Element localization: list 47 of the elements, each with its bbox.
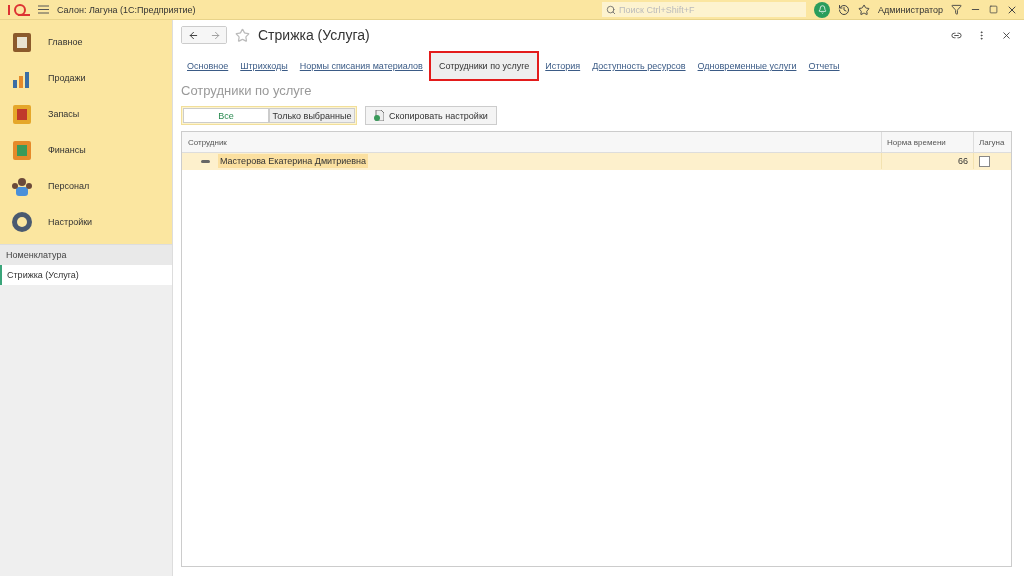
- table-cell: Мастерова Екатерина Дмитриевна: [218, 154, 369, 168]
- history-title: Номенклатура: [0, 244, 172, 265]
- table-cell: 66: [958, 156, 968, 166]
- section-link[interactable]: Персонал: [48, 181, 90, 191]
- checkbox[interactable]: [979, 155, 990, 167]
- restore-icon[interactable]: [989, 5, 998, 14]
- copy-settings-button[interactable]: Скопировать настройки: [365, 106, 497, 125]
- tab[interactable]: Доступность ресурсов: [586, 55, 692, 77]
- column-header[interactable]: Лагуна: [973, 132, 1011, 152]
- window-title: Салон: Лагуна (1С:Предприятие): [57, 4, 196, 15]
- bell-icon[interactable]: [814, 1, 831, 18]
- filter-option[interactable]: Все: [183, 108, 269, 123]
- tab[interactable]: Нормы списания материалов: [293, 55, 429, 77]
- star-icon[interactable]: [235, 27, 250, 43]
- search-field[interactable]: Поиск Ctrl+Shift+F: [619, 4, 790, 15]
- section-title: Сотрудники по услуге: [181, 83, 313, 98]
- tab[interactable]: Штрихкоды: [234, 55, 294, 77]
- filter-icon[interactable]: [951, 4, 962, 15]
- column-header[interactable]: Сотрудник: [182, 132, 881, 152]
- history-icon[interactable]: [838, 3, 851, 16]
- form-title: Стрижка (Услуга): [258, 27, 370, 43]
- tab[interactable]: Отчеты: [802, 55, 846, 77]
- section-link[interactable]: Продажи: [48, 73, 86, 83]
- tab[interactable]: Одновременные услуги: [691, 55, 803, 77]
- menu-icon[interactable]: [38, 5, 49, 14]
- tab[interactable]: Сотрудники по услуге: [428, 51, 540, 81]
- section-link[interactable]: Запасы: [48, 109, 80, 119]
- user-name[interactable]: Администратор: [878, 4, 943, 15]
- forward-arrow-icon: [209, 29, 221, 41]
- section-link[interactable]: Финансы: [48, 145, 86, 155]
- section-link[interactable]: Главное: [48, 37, 83, 47]
- history-item[interactable]: Стрижка (Услуга): [0, 265, 172, 285]
- close-icon[interactable]: [1001, 29, 1012, 41]
- document-icon: [374, 110, 384, 121]
- item-icon: [201, 159, 210, 163]
- search-box[interactable]: Поиск Ctrl+Shift+F: [602, 2, 807, 17]
- tab[interactable]: Основное: [181, 55, 235, 77]
- search-icon: [606, 4, 617, 15]
- logo-icon: [6, 3, 30, 16]
- back-arrow-icon: [187, 29, 199, 41]
- filter-option[interactable]: Только выбранные: [269, 108, 355, 123]
- column-header[interactable]: Норма времени: [881, 132, 973, 152]
- tab[interactable]: История: [539, 55, 587, 77]
- section-link[interactable]: Настройки: [48, 217, 93, 227]
- star-icon[interactable]: [858, 3, 871, 16]
- back-button[interactable]: [182, 27, 204, 43]
- table-row[interactable]: Мастерова Екатерина Дмитриевна 66: [182, 153, 1011, 170]
